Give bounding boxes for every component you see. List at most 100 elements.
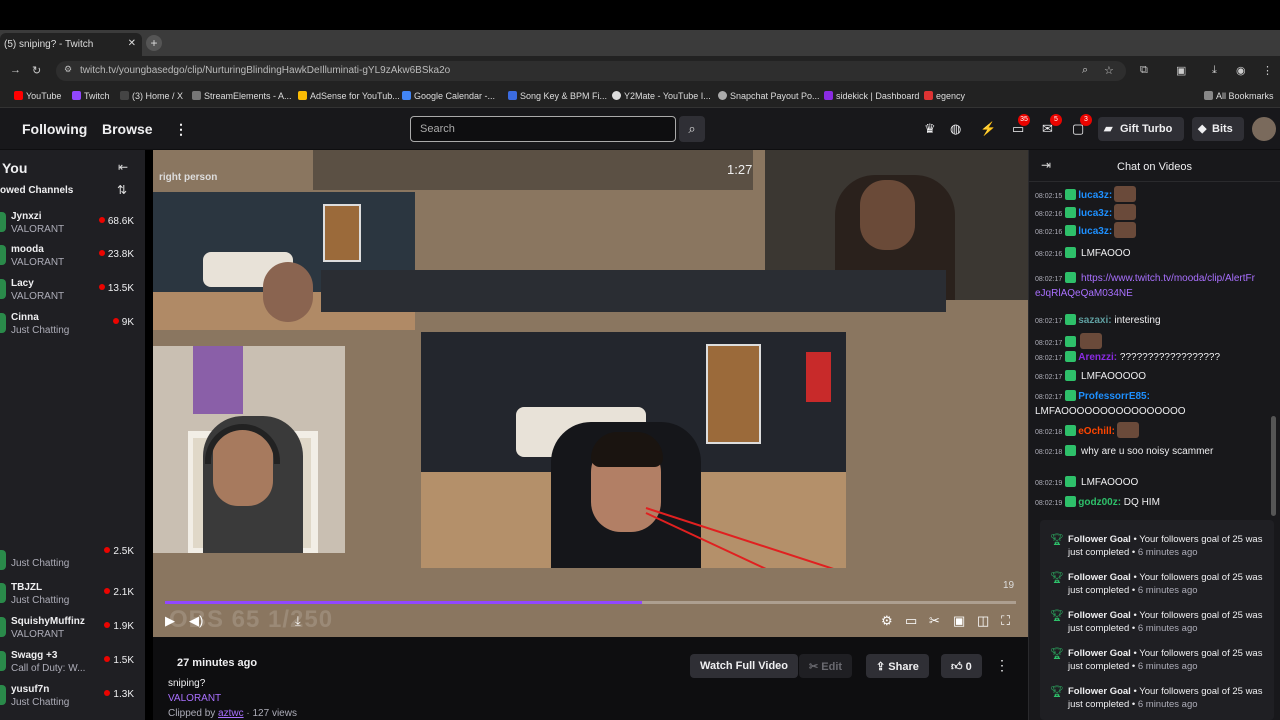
- channel-item-mooda[interactable]: mooda VALORANT 23.8K: [0, 241, 145, 271]
- twitch-icon: [72, 91, 81, 100]
- channel-item-squishymuffinz[interactable]: SquishyMuffinz VALORANT 1.9K: [0, 613, 145, 643]
- followed-channels-heading: owed Channels: [0, 185, 74, 196]
- chat-scrollbar[interactable]: [1271, 186, 1276, 516]
- bookmark-x[interactable]: (3) Home / X: [120, 91, 183, 101]
- bookmark-songkey[interactable]: Song Key & BPM Fi...: [508, 91, 607, 101]
- channel-item-cinna[interactable]: Cinna Just Chatting 9K: [0, 309, 145, 339]
- user-avatar[interactable]: [1252, 117, 1276, 141]
- seek-bar[interactable]: [165, 601, 1016, 604]
- center-stream-view: [421, 332, 846, 568]
- collapse-chat-icon[interactable]: ⇥: [1041, 158, 1051, 172]
- scroll-thumb[interactable]: [1271, 416, 1276, 516]
- sidepanel-icon[interactable]: ▣: [1176, 64, 1186, 77]
- turbo-icon[interactable]: ⚡: [980, 121, 996, 137]
- edit-button[interactable]: ✂ Edit: [799, 654, 853, 678]
- close-tab-icon[interactable]: ✕: [128, 38, 136, 49]
- clipper-link[interactable]: aztwc: [218, 708, 244, 719]
- share-button[interactable]: ⇪ Share: [866, 654, 929, 678]
- browser-tab[interactable]: (5) sniping? - Twitch ✕: [0, 33, 142, 56]
- channel-item-jynxzi[interactable]: Jynxzi VALORANT 68.6K: [0, 208, 145, 238]
- browser-menu-icon[interactable]: ⋮: [1262, 64, 1273, 77]
- browser-tab-bar: (5) sniping? - Twitch ✕ +: [0, 30, 1280, 56]
- chat-username[interactable]: luca3z:: [1078, 208, 1112, 219]
- chat-username[interactable]: eOchill:: [1078, 426, 1115, 437]
- play-icon[interactable]: ▶: [165, 613, 175, 629]
- trophy-icon: 🏆︎: [1050, 648, 1064, 660]
- zoom-icon[interactable]: ⌕: [1082, 64, 1088, 77]
- fullscreen-icon[interactable]: ⛶: [1001, 613, 1010, 629]
- video-player[interactable]: 1:27 right person OBS 65 1/250 19 ▶ ◀) ⤓…: [153, 150, 1028, 637]
- miniplayer-icon[interactable]: ▣: [953, 613, 965, 629]
- chat-emote: [1116, 422, 1139, 438]
- more-options-icon[interactable]: ⋮: [995, 657, 1009, 674]
- bookmark-egency[interactable]: egency: [924, 91, 965, 101]
- forward-icon[interactable]: →: [10, 64, 21, 76]
- settings-icon[interactable]: ⚙: [881, 613, 893, 629]
- notification-title: Follower Goal: [1068, 648, 1131, 659]
- extensions-icon[interactable]: ⧉: [1140, 64, 1148, 77]
- chat-username[interactable]: ProfessorrE85:: [1078, 391, 1150, 402]
- chat-badge-icon: [1065, 225, 1077, 236]
- sort-icon[interactable]: ⇅: [117, 183, 127, 197]
- volume-icon[interactable]: ◀): [189, 613, 203, 629]
- like-button[interactable]: 👍︎ 0: [941, 654, 982, 678]
- gift-turbo-button[interactable]: ▰ Gift Turbo: [1098, 117, 1184, 141]
- chat-username[interactable]: Arenzzi:: [1078, 352, 1117, 363]
- notifications-drop-icon[interactable]: ◍: [950, 121, 961, 137]
- bookmark-youtube[interactable]: YouTube: [14, 91, 61, 101]
- chat-badge-icon: [1065, 425, 1077, 436]
- chat-badge-icon: [1065, 445, 1077, 456]
- profile-icon[interactable]: ◉: [1236, 64, 1246, 77]
- reload-icon[interactable]: ↻: [32, 64, 41, 77]
- channel-item-lacy[interactable]: Lacy VALORANT 13.5K: [0, 275, 145, 305]
- watch-full-video-button[interactable]: Watch Full Video: [690, 654, 799, 678]
- download-clip-icon[interactable]: ⤓: [295, 613, 301, 629]
- bookmark-star-icon[interactable]: ☆: [1104, 64, 1114, 77]
- chat-username[interactable]: sazaxi:: [1078, 315, 1111, 326]
- follower-goal-notification: 🏆︎ Follower Goal • Your followers goal of…: [1050, 647, 1270, 673]
- bookmark-streamelements[interactable]: StreamElements - A...: [192, 91, 292, 101]
- url-field[interactable]: ⚙ twitch.tv/youngbasedgo/clip/NurturingB…: [56, 61, 1126, 81]
- bookmark-y2mate[interactable]: Y2Mate - YouTube I...: [612, 91, 711, 101]
- site-info-icon[interactable]: ⚙: [64, 64, 72, 75]
- nav-browse[interactable]: Browse: [102, 121, 153, 137]
- bookmark-calendar[interactable]: Google Calendar -...: [402, 91, 495, 101]
- channel-item-yusuf7n[interactable]: yusuf7n Just Chatting 1.3K: [0, 681, 145, 711]
- bookmark-adsense[interactable]: AdSense for YouTub...: [298, 91, 400, 101]
- chat-username[interactable]: godz00z:: [1078, 497, 1121, 508]
- chat-text: LMFAOOOOOOOOOOOOOOOO: [1035, 406, 1186, 417]
- chat-badge-icon: [1065, 272, 1077, 283]
- all-bookmarks[interactable]: All Bookmarks: [1204, 91, 1274, 101]
- new-tab-icon[interactable]: +: [146, 35, 162, 51]
- sidebar-toggle-icon[interactable]: ◫: [977, 613, 989, 629]
- clipped-by: Clipped by aztwc · 127 views: [168, 708, 297, 719]
- channel-avatar: [0, 651, 6, 671]
- poster: [323, 204, 361, 262]
- channel-avatar: [0, 313, 6, 333]
- chat-badge-icon: [1065, 247, 1077, 258]
- chat-timestamp: 08:02:17: [1035, 276, 1063, 283]
- chat-username[interactable]: luca3z:: [1078, 190, 1112, 201]
- crown-icon[interactable]: ♛: [924, 121, 936, 137]
- collapse-sidebar-icon[interactable]: ⇤: [118, 160, 128, 174]
- channel-item-tbjzl[interactable]: TBJZL Just Chatting 2.1K: [0, 579, 145, 609]
- download-icon[interactable]: ⤓: [1212, 64, 1217, 77]
- bits-button[interactable]: ◆ Bits: [1192, 117, 1244, 141]
- channel-avatar: [0, 583, 6, 603]
- channel-item-swagg[interactable]: Swagg +3 Call of Duty: W... 1.5K: [0, 647, 145, 677]
- search-input[interactable]: Search: [410, 116, 676, 142]
- bookmark-twitch[interactable]: Twitch: [72, 91, 110, 101]
- chat-username[interactable]: luca3z:: [1078, 226, 1112, 237]
- search-icon[interactable]: ⌕: [679, 116, 705, 142]
- nav-following[interactable]: Following: [22, 121, 87, 137]
- theatre-mode-icon[interactable]: ▭: [905, 613, 917, 629]
- more-menu-icon[interactable]: ⋮: [174, 121, 188, 138]
- clip-icon[interactable]: ✂: [929, 613, 940, 629]
- bookmark-sidekick[interactable]: sidekick | Dashboard: [824, 91, 919, 101]
- chat-title: Chat on Videos: [1117, 161, 1193, 173]
- top-black-bar: [0, 0, 1280, 30]
- bookmark-snapchat[interactable]: Snapchat Payout Po...: [718, 91, 820, 101]
- channel-item-partial[interactable]: Just Chatting 2.5K: [0, 546, 145, 576]
- clip-game-link[interactable]: VALORANT: [168, 693, 221, 704]
- x-icon: [120, 91, 129, 100]
